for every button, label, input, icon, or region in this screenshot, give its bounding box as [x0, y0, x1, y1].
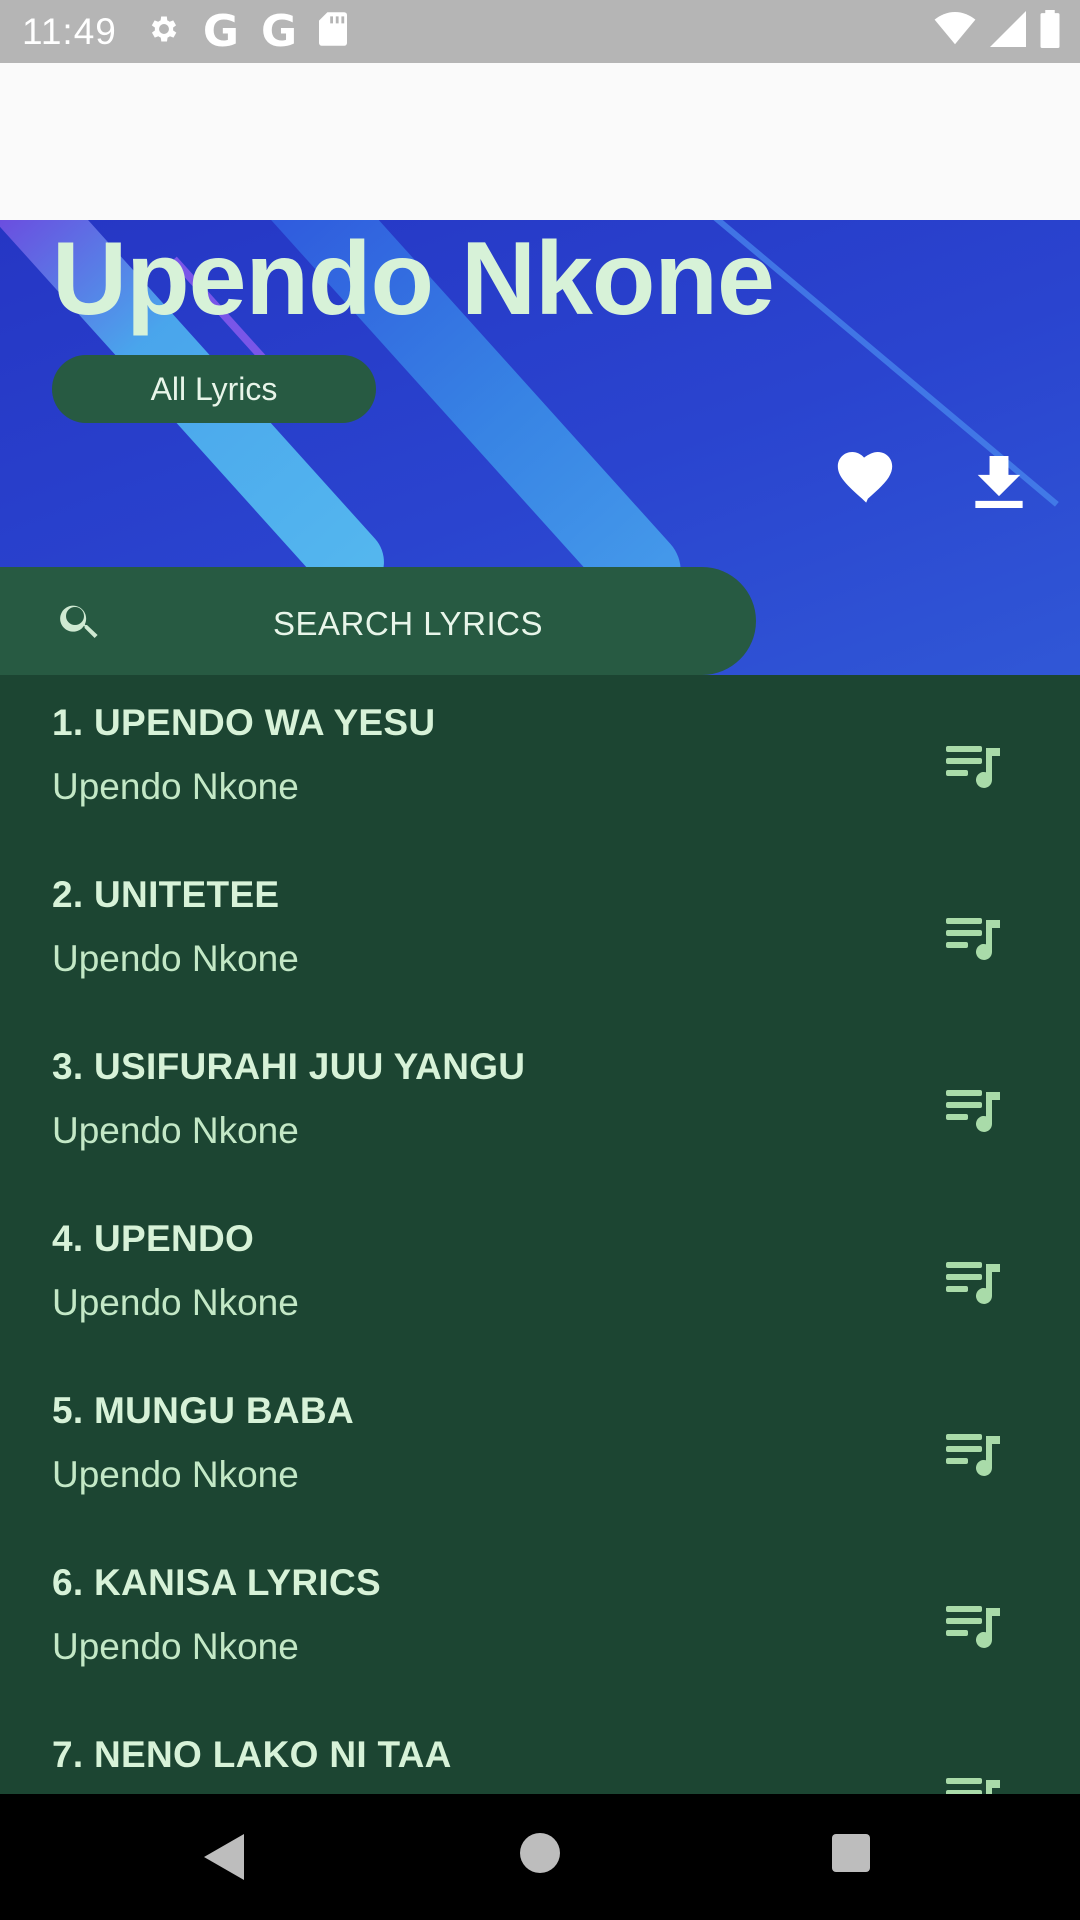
- recents-icon[interactable]: [832, 1834, 870, 1872]
- list-item[interactable]: 4. UPENDO Upendo Nkone: [0, 1191, 1080, 1363]
- wifi-icon: [934, 12, 976, 51]
- navigation-bar: [0, 1794, 1080, 1920]
- heart-icon: [837, 452, 893, 503]
- status-icons-left: G G: [147, 5, 348, 57]
- settings-icon: [147, 12, 181, 51]
- song-title: 6. KANISA LYRICS: [52, 1562, 381, 1603]
- list-item[interactable]: 5. MUNGU BABA Upendo Nkone: [0, 1363, 1080, 1535]
- back-icon[interactable]: [204, 1834, 244, 1880]
- song-title: 4. UPENDO: [52, 1218, 255, 1259]
- song-title: 3. USIFURAHI JUU YANGU: [52, 1046, 526, 1087]
- search-icon: [60, 605, 98, 638]
- status-icons-right: [934, 0, 1060, 63]
- list-item[interactable]: 7. NENO LAKO NI TAA: [0, 1707, 1080, 1794]
- signal-icon: [990, 11, 1026, 52]
- queue-music-icon[interactable]: [946, 914, 1000, 960]
- list-item[interactable]: 3. USIFURAHI JUU YANGU Upendo Nkone: [0, 1019, 1080, 1191]
- artist-title: Upendo Nkone: [52, 221, 775, 337]
- search-bar[interactable]: SEARCH LYRICS: [0, 567, 756, 675]
- queue-music-icon[interactable]: [946, 1430, 1000, 1476]
- song-artist: Upendo Nkone: [52, 1282, 299, 1323]
- song-title: 1. UPENDO WA YESU: [52, 702, 436, 743]
- song-artist: Upendo Nkone: [52, 1110, 299, 1151]
- queue-music-icon[interactable]: [946, 742, 1000, 788]
- download-button[interactable]: [975, 456, 1023, 508]
- all-lyrics-button[interactable]: All Lyrics: [52, 355, 376, 423]
- status-time: 11:49: [22, 10, 117, 52]
- favorite-button[interactable]: [836, 452, 894, 504]
- song-list: 1. UPENDO WA YESU Upendo Nkone 2. UNITET…: [0, 675, 1080, 1794]
- sd-card-icon: [319, 12, 348, 51]
- google-icon: G: [202, 5, 239, 57]
- song-artist: Upendo Nkone: [52, 766, 299, 807]
- app-bar: [0, 63, 1080, 220]
- home-icon[interactable]: [520, 1833, 560, 1873]
- list-item[interactable]: 1. UPENDO WA YESU Upendo Nkone: [0, 675, 1080, 847]
- download-icon: [975, 456, 1023, 508]
- song-title: 2. UNITETEE: [52, 874, 280, 915]
- search-placeholder: SEARCH LYRICS: [273, 605, 543, 642]
- queue-music-icon[interactable]: [946, 1602, 1000, 1648]
- artist-header: Upendo Nkone All Lyrics SEARCH LYRICS: [0, 220, 1080, 675]
- song-title: 5. MUNGU BABA: [52, 1390, 354, 1431]
- queue-music-icon[interactable]: [946, 1258, 1000, 1304]
- song-artist: Upendo Nkone: [52, 938, 299, 979]
- list-item[interactable]: 6. KANISA LYRICS Upendo Nkone: [0, 1535, 1080, 1707]
- song-artist: Upendo Nkone: [52, 1626, 299, 1667]
- status-bar: 11:49 G G: [0, 0, 1080, 63]
- list-item[interactable]: 2. UNITETEE Upendo Nkone: [0, 847, 1080, 1019]
- queue-music-icon[interactable]: [946, 1774, 1000, 1794]
- google-icon: G: [260, 5, 298, 57]
- queue-music-icon[interactable]: [946, 1086, 1000, 1132]
- song-title: 7. NENO LAKO NI TAA: [52, 1734, 452, 1775]
- battery-icon: [1040, 10, 1060, 53]
- song-artist: Upendo Nkone: [52, 1454, 299, 1495]
